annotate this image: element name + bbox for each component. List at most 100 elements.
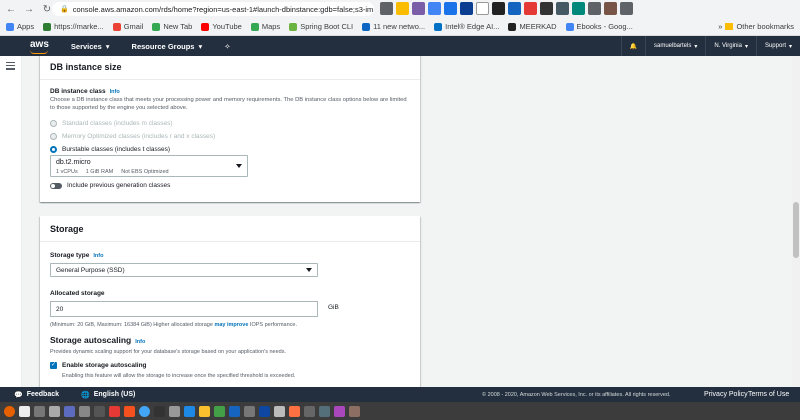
app-icon[interactable] bbox=[289, 405, 300, 417]
app-icon[interactable] bbox=[214, 405, 225, 417]
extension-icon[interactable] bbox=[508, 2, 521, 15]
region-menu[interactable]: N. Virginia ▾ bbox=[705, 36, 756, 56]
radio-memory-optimized[interactable]: Memory Optimized classes (includes r and… bbox=[50, 132, 410, 141]
info-link[interactable]: Info bbox=[93, 253, 103, 259]
radio-button[interactable] bbox=[50, 145, 57, 153]
bookmark-gmail[interactable]: Gmail bbox=[112, 22, 143, 31]
checkbox-checked-icon[interactable]: ✓ bbox=[50, 362, 57, 369]
app-icon[interactable] bbox=[34, 405, 45, 417]
bookmark-new-tab[interactable]: New Tab bbox=[152, 22, 192, 31]
allocated-storage-input[interactable]: 20 bbox=[50, 301, 318, 317]
chrome-icon[interactable] bbox=[139, 405, 150, 417]
privacy-policy-link[interactable]: Privacy Policy bbox=[704, 391, 748, 398]
extension-icon[interactable] bbox=[444, 2, 457, 15]
support-menu[interactable]: Support ▾ bbox=[755, 36, 800, 56]
app-icon[interactable] bbox=[184, 405, 195, 417]
page-scrollbar[interactable] bbox=[792, 56, 800, 387]
intel-icon bbox=[434, 22, 443, 31]
app-icon[interactable] bbox=[304, 405, 315, 417]
app-icon[interactable] bbox=[349, 405, 360, 417]
bookmark-item[interactable]: Ebooks - Goog... bbox=[565, 22, 633, 31]
chevron-down-icon: ▾ bbox=[744, 43, 748, 50]
bookmark-apps[interactable]: Apps bbox=[6, 22, 34, 31]
terms-of-use-link[interactable]: Terms of Use bbox=[748, 391, 789, 398]
bookmark-item[interactable]: Spring Boot CLI bbox=[289, 22, 353, 31]
app-icon[interactable] bbox=[229, 405, 240, 417]
chevron-down-icon: ▾ bbox=[694, 43, 698, 50]
radio-button[interactable] bbox=[50, 132, 57, 140]
instance-class-select[interactable]: db.t2.micro 1 vCPUs 1 GiB RAM Not EBS Op… bbox=[50, 155, 248, 177]
app-icon[interactable] bbox=[124, 405, 135, 417]
extension-icon[interactable] bbox=[492, 2, 505, 15]
radio-burstable[interactable]: Burstable classes (includes t classes) bbox=[50, 145, 410, 154]
app-icon[interactable] bbox=[244, 405, 255, 417]
enable-autoscaling-row[interactable]: ✓ Enable storage autoscaling bbox=[50, 362, 147, 369]
app-icon[interactable] bbox=[64, 405, 75, 417]
extension-icon[interactable] bbox=[476, 2, 489, 15]
language-selector[interactable]: 🌐 English (US) bbox=[81, 391, 135, 399]
app-icon[interactable] bbox=[259, 405, 270, 417]
key-icon[interactable] bbox=[380, 2, 393, 15]
extension-icon[interactable] bbox=[556, 2, 569, 15]
app-icon[interactable] bbox=[109, 405, 120, 417]
bookmark-item[interactable]: Intel® Edge AI... bbox=[434, 22, 499, 31]
other-bookmarks[interactable]: » Other bookmarks bbox=[718, 22, 794, 31]
extension-icon[interactable] bbox=[524, 2, 537, 15]
radio-button[interactable] bbox=[50, 119, 57, 127]
extension-icon[interactable] bbox=[604, 2, 617, 15]
services-menu[interactable]: Services ▾ bbox=[71, 42, 110, 51]
extension-icon[interactable] bbox=[588, 2, 601, 15]
class-specs: 1 vCPUs 1 GiB RAM Not EBS Optimized bbox=[56, 169, 169, 175]
bookmark-item[interactable]: MEERKAD bbox=[508, 22, 557, 31]
feedback-button[interactable]: 💬 Feedback bbox=[14, 391, 59, 399]
books-icon bbox=[565, 22, 574, 31]
storage-type-select[interactable]: General Purpose (SSD) bbox=[50, 263, 318, 277]
app-icon[interactable] bbox=[49, 405, 60, 417]
storage-type-label-row: Storage type Info bbox=[50, 252, 104, 259]
bookmark-maps[interactable]: Maps bbox=[250, 22, 280, 31]
bookmark-youtube[interactable]: YouTube bbox=[201, 22, 242, 31]
app-icon[interactable] bbox=[319, 405, 330, 417]
bookmark-item[interactable]: https://marke... bbox=[43, 22, 104, 31]
may-improve-link[interactable]: may improve bbox=[214, 322, 248, 328]
address-text: console.aws.amazon.com/rds/home?region=u… bbox=[72, 4, 374, 14]
extension-icon[interactable] bbox=[428, 2, 441, 15]
extension-icon[interactable] bbox=[460, 2, 473, 15]
resource-groups-menu[interactable]: Resource Groups ▾ bbox=[132, 42, 203, 51]
extension-icon[interactable] bbox=[412, 2, 425, 15]
globe-icon: 🌐 bbox=[81, 391, 90, 399]
app-icon[interactable] bbox=[199, 405, 210, 417]
app-icon[interactable] bbox=[169, 405, 180, 417]
extension-icon[interactable] bbox=[620, 2, 633, 15]
app-icon[interactable] bbox=[94, 405, 105, 417]
extension-icon[interactable] bbox=[572, 2, 585, 15]
firefox-icon[interactable] bbox=[4, 405, 15, 417]
app-icon[interactable] bbox=[334, 405, 345, 417]
star-icon[interactable] bbox=[396, 2, 409, 15]
address-bar[interactable]: 🔒 console.aws.amazon.com/rds/home?region… bbox=[52, 2, 374, 16]
globe-icon bbox=[43, 22, 52, 31]
scrollbar-thumb[interactable] bbox=[793, 202, 799, 258]
prev-gen-toggle-row[interactable]: Include previous generation classes bbox=[50, 182, 170, 189]
bell-icon[interactable]: 🔔 bbox=[620, 36, 645, 56]
field-description: Choose a DB instance class that meets yo… bbox=[50, 97, 407, 111]
toggle-switch[interactable] bbox=[50, 182, 62, 189]
back-arrow-icon[interactable]: ← bbox=[4, 2, 18, 16]
pin-icon[interactable]: ✧ bbox=[224, 42, 230, 51]
files-icon[interactable] bbox=[19, 405, 30, 417]
aws-logo[interactable]: aws bbox=[30, 39, 49, 54]
radio-standard[interactable]: Standard classes (includes m classes) bbox=[50, 119, 410, 128]
app-icon[interactable] bbox=[274, 405, 285, 417]
info-link[interactable]: Info bbox=[110, 89, 120, 95]
account-menu[interactable]: samuelbartels ▾ bbox=[645, 36, 705, 56]
terminal-icon[interactable] bbox=[154, 405, 165, 417]
aws-top-nav: aws Services ▾ Resource Groups ▾ ✧ 🔔 samue… bbox=[0, 36, 800, 56]
bookmark-item[interactable]: 11 new netwo... bbox=[362, 22, 425, 31]
allocated-storage-hint: (Minimum: 20 GiB, Maximum: 16384 GiB) Hi… bbox=[50, 322, 297, 328]
gmail-icon bbox=[112, 22, 121, 31]
hamburger-menu-icon[interactable] bbox=[6, 62, 15, 72]
info-link[interactable]: Info bbox=[135, 339, 145, 345]
forward-arrow-icon[interactable]: → bbox=[22, 2, 36, 16]
extension-icon[interactable] bbox=[540, 2, 553, 15]
app-icon[interactable] bbox=[79, 405, 90, 417]
